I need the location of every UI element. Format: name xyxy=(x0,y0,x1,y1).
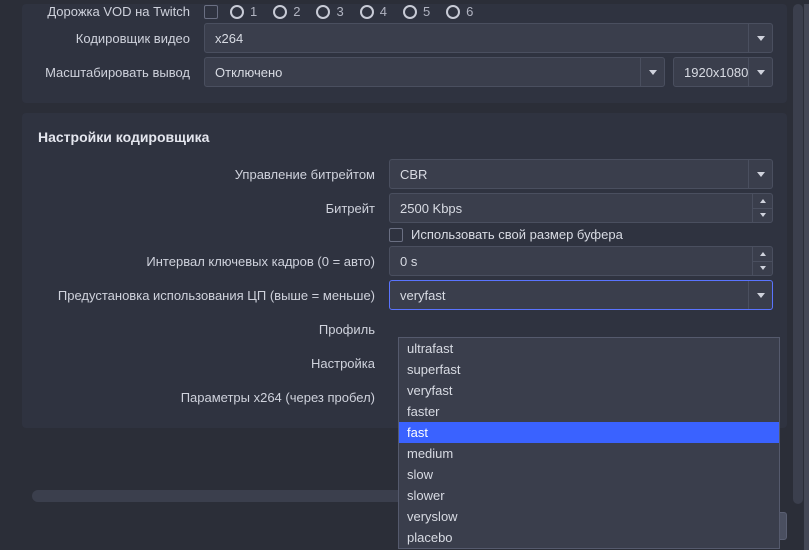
outer-vertical-scrollbar[interactable] xyxy=(804,4,809,550)
vod-track-radio-label: 4 xyxy=(380,4,387,19)
encoder-settings-title: Настройки кодировщика xyxy=(36,123,773,155)
rate-control-row: Управление битрейтом CBR xyxy=(36,159,773,189)
video-encoder-label: Кодировщик видео xyxy=(36,31,196,46)
vod-track-radio-5[interactable] xyxy=(403,5,417,19)
custom-buffer-label: Использовать свой размер буфера xyxy=(411,227,623,242)
preset-option-medium[interactable]: medium xyxy=(399,443,779,464)
cpu-preset-dropdown[interactable]: ultrafastsuperfastveryfastfasterfastmedi… xyxy=(398,337,780,549)
bitrate-input[interactable]: 2500 Kbps xyxy=(389,193,773,223)
chevron-down-icon xyxy=(748,160,772,188)
vertical-scrollbar[interactable] xyxy=(793,4,803,504)
keyint-spinner[interactable] xyxy=(752,247,772,275)
bitrate-label: Битрейт xyxy=(36,201,381,216)
cpu-preset-select[interactable]: veryfast xyxy=(389,280,773,310)
rescale-output-select[interactable]: Отключено xyxy=(204,57,665,87)
arrow-up-icon[interactable] xyxy=(753,194,772,209)
custom-buffer-row: Использовать свой размер буфера xyxy=(36,227,773,242)
cpu-preset-value: veryfast xyxy=(400,288,446,303)
vod-track-radio-2[interactable] xyxy=(273,5,287,19)
streaming-panel: Дорожка VOD на Twitch 1 2 3 4 5 6 Кодировщик … xyxy=(22,4,787,103)
vod-track-radio-4[interactable] xyxy=(360,5,374,19)
vod-track-radio-label: 1 xyxy=(250,4,257,19)
vod-track-radio-label: 5 xyxy=(423,4,430,19)
keyint-row: Интервал ключевых кадров (0 = авто) 0 s xyxy=(36,246,773,276)
vod-track-radio-1[interactable] xyxy=(230,5,244,19)
rescale-output-value: Отключено xyxy=(215,65,282,80)
rate-control-value: CBR xyxy=(400,167,427,182)
arrow-up-icon[interactable] xyxy=(753,247,772,262)
vod-track-radio-3[interactable] xyxy=(316,5,330,19)
rescale-output-label: Масштабировать вывод xyxy=(36,65,196,80)
preset-option-slow[interactable]: slow xyxy=(399,464,779,485)
custom-buffer-checkbox[interactable] xyxy=(389,228,403,242)
rate-control-label: Управление битрейтом xyxy=(36,167,381,182)
rescale-output-row: Масштабировать вывод Отключено 1920x1080 xyxy=(36,57,773,87)
video-encoder-value: x264 xyxy=(215,31,243,46)
keyint-input[interactable]: 0 s xyxy=(389,246,773,276)
preset-option-placebo[interactable]: placebo xyxy=(399,527,779,548)
x264opts-label: Параметры x264 (через пробел) xyxy=(36,390,381,405)
preset-option-slower[interactable]: slower xyxy=(399,485,779,506)
arrow-down-icon[interactable] xyxy=(753,262,772,276)
resolution-value: 1920x1080 xyxy=(684,65,748,80)
preset-option-superfast[interactable]: superfast xyxy=(399,359,779,380)
preset-option-veryfast[interactable]: veryfast xyxy=(399,380,779,401)
vod-track-radio-label: 2 xyxy=(293,4,300,19)
keyint-label: Интервал ключевых кадров (0 = авто) xyxy=(36,254,381,269)
chevron-down-icon xyxy=(748,281,772,309)
vod-track-radio-label: 3 xyxy=(336,4,343,19)
bitrate-spinner[interactable] xyxy=(752,194,772,222)
chevron-down-icon xyxy=(748,58,772,86)
vod-track-radio-6[interactable] xyxy=(446,5,460,19)
rate-control-select[interactable]: CBR xyxy=(389,159,773,189)
tune-label: Настройка xyxy=(36,356,381,371)
bitrate-value: 2500 Kbps xyxy=(400,201,462,216)
vod-track-label: Дорожка VOD на Twitch xyxy=(36,4,196,19)
chevron-down-icon xyxy=(640,58,664,86)
vod-track-radio-label: 6 xyxy=(466,4,473,19)
chevron-down-icon xyxy=(748,24,772,52)
preset-option-ultrafast[interactable]: ultrafast xyxy=(399,338,779,359)
resolution-select[interactable]: 1920x1080 xyxy=(673,57,773,87)
preset-option-veryslow[interactable]: veryslow xyxy=(399,506,779,527)
cpu-preset-label: Предустановка использования ЦП (выше = м… xyxy=(36,288,381,303)
profile-label: Профиль xyxy=(36,322,381,337)
video-encoder-select[interactable]: x264 xyxy=(204,23,773,53)
arrow-down-icon[interactable] xyxy=(753,209,772,223)
cpu-preset-row: Предустановка использования ЦП (выше = м… xyxy=(36,280,773,310)
bitrate-row: Битрейт 2500 Kbps xyxy=(36,193,773,223)
vod-track-checkbox[interactable] xyxy=(204,5,218,19)
video-encoder-row: Кодировщик видео x264 xyxy=(36,23,773,53)
vod-track-row: Дорожка VOD на Twitch 1 2 3 4 5 6 xyxy=(36,4,773,19)
preset-option-fast[interactable]: fast xyxy=(399,422,779,443)
preset-option-faster[interactable]: faster xyxy=(399,401,779,422)
keyint-value: 0 s xyxy=(400,254,417,269)
